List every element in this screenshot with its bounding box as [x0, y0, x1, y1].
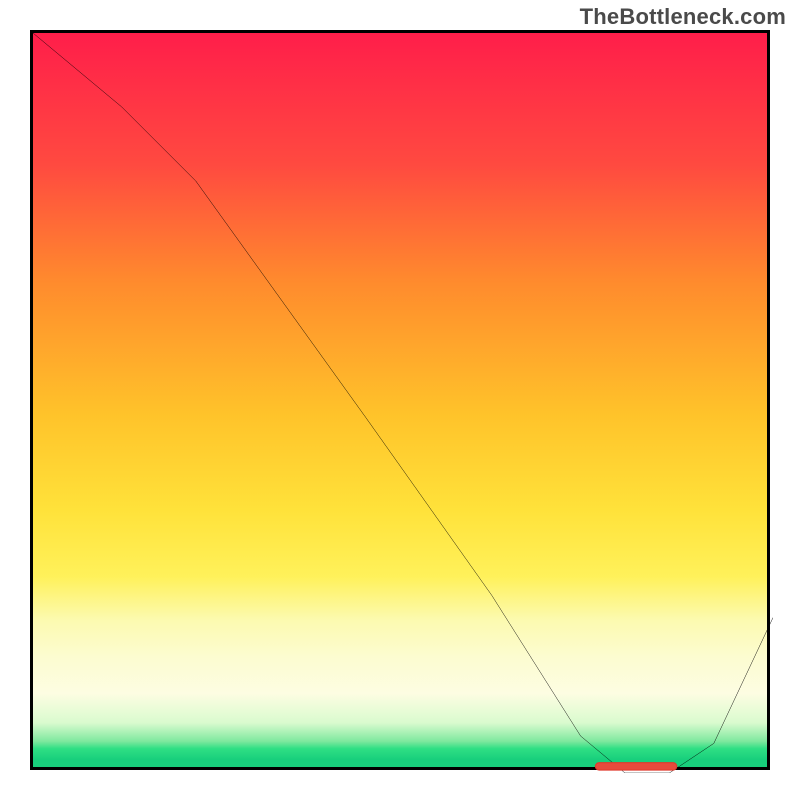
bottleneck-curve: [33, 33, 773, 773]
optimum-marker: [33, 33, 773, 773]
chart-stage: TheBottleneck.com: [0, 0, 800, 800]
plot-area: [30, 30, 770, 770]
watermark-text: TheBottleneck.com: [580, 4, 786, 30]
